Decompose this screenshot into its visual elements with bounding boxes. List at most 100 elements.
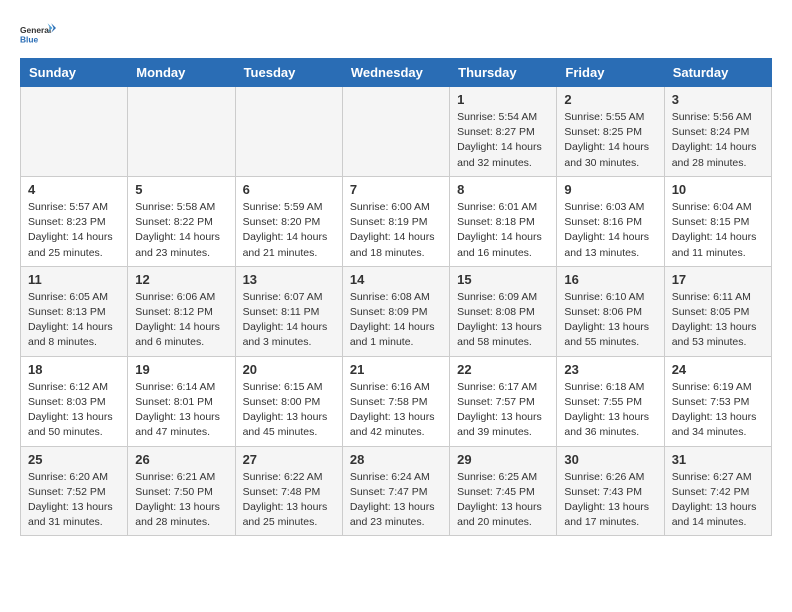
cell-info: Sunrise: 6:06 AM Sunset: 8:12 PM Dayligh… [135,290,227,351]
day-number: 8 [457,182,549,197]
calendar-cell: 15Sunrise: 6:09 AM Sunset: 8:08 PM Dayli… [450,266,557,356]
day-number: 20 [243,362,335,377]
cell-info: Sunrise: 6:20 AM Sunset: 7:52 PM Dayligh… [28,470,120,531]
day-number: 7 [350,182,442,197]
calendar-cell: 5 Sunrise: 5:58 AM Sunset: 8:22 PM Daylig… [128,176,235,266]
calendar-cell: 11 Sunrise: 6:05 AM Sunset: 8:13 PM Dayli… [21,266,128,356]
calendar-week-4: 18 Sunrise: 6:12 AM Sunset: 8:03 PM Dayli… [21,356,772,446]
calendar-cell: 26 Sunrise: 6:21 AM Sunset: 7:50 PM Dayli… [128,446,235,536]
cell-info: Sunrise: 6:07 AM Sunset: 8:11 PM Dayligh… [243,290,335,351]
calendar-cell: 20 Sunrise: 6:15 AM Sunset: 8:00 PM Dayli… [235,356,342,446]
day-number: 28 [350,452,442,467]
logo-icon: General Blue [20,20,56,48]
day-number: 16 [564,272,656,287]
day-number: 11 [28,272,120,287]
calendar-cell [21,87,128,177]
calendar-cell: 23 Sunrise: 6:18 AM Sunset: 7:55 PM Dayli… [557,356,664,446]
cell-info: Sunrise: 6:10 AM Sunset: 8:06 PM Dayligh… [564,290,656,351]
calendar-cell: 29Sunrise: 6:25 AM Sunset: 7:45 PM Dayli… [450,446,557,536]
calendar-cell: 1 Sunrise: 5:54 AM Sunset: 8:27 PM Daylig… [450,87,557,177]
day-number: 4 [28,182,120,197]
cell-info: Sunrise: 5:57 AM Sunset: 8:23 PM Dayligh… [28,200,120,261]
col-header-sunday: Sunday [21,59,128,87]
calendar-cell: 10Sunrise: 6:04 AM Sunset: 8:15 PM Dayli… [664,176,771,266]
svg-text:Blue: Blue [20,34,39,44]
calendar-cell: 12 Sunrise: 6:06 AM Sunset: 8:12 PM Dayli… [128,266,235,356]
calendar-cell: 28 Sunrise: 6:24 AM Sunset: 7:47 PM Dayli… [342,446,449,536]
calendar-cell: 21Sunrise: 6:16 AM Sunset: 7:58 PM Dayli… [342,356,449,446]
cell-info: Sunrise: 6:15 AM Sunset: 8:00 PM Dayligh… [243,380,335,441]
calendar-cell: 31 Sunrise: 6:27 AM Sunset: 7:42 PM Dayli… [664,446,771,536]
calendar-cell: 9Sunrise: 6:03 AM Sunset: 8:16 PM Daylig… [557,176,664,266]
cell-info: Sunrise: 5:55 AM Sunset: 8:25 PM Dayligh… [564,110,656,171]
day-number: 22 [457,362,549,377]
cell-info: Sunrise: 6:08 AM Sunset: 8:09 PM Dayligh… [350,290,442,351]
cell-info: Sunrise: 6:26 AM Sunset: 7:43 PM Dayligh… [564,470,656,531]
calendar-cell [235,87,342,177]
day-number: 25 [28,452,120,467]
col-header-tuesday: Tuesday [235,59,342,87]
day-number: 30 [564,452,656,467]
day-number: 15 [457,272,549,287]
cell-info: Sunrise: 6:18 AM Sunset: 7:55 PM Dayligh… [564,380,656,441]
day-number: 12 [135,272,227,287]
day-number: 5 [135,182,227,197]
day-number: 18 [28,362,120,377]
day-number: 24 [672,362,764,377]
calendar-week-1: 1 Sunrise: 5:54 AM Sunset: 8:27 PM Daylig… [21,87,772,177]
calendar-cell: 18 Sunrise: 6:12 AM Sunset: 8:03 PM Dayli… [21,356,128,446]
calendar-cell: 2 Sunrise: 5:55 AM Sunset: 8:25 PM Daylig… [557,87,664,177]
col-header-saturday: Saturday [664,59,771,87]
calendar-cell: 7 Sunrise: 6:00 AM Sunset: 8:19 PM Daylig… [342,176,449,266]
header-row: SundayMondayTuesdayWednesdayThursdayFrid… [21,59,772,87]
calendar-cell: 4 Sunrise: 5:57 AM Sunset: 8:23 PM Daylig… [21,176,128,266]
cell-info: Sunrise: 6:27 AM Sunset: 7:42 PM Dayligh… [672,470,764,531]
day-number: 6 [243,182,335,197]
cell-info: Sunrise: 5:59 AM Sunset: 8:20 PM Dayligh… [243,200,335,261]
day-number: 2 [564,92,656,107]
cell-info: Sunrise: 6:24 AM Sunset: 7:47 PM Dayligh… [350,470,442,531]
calendar-week-2: 4 Sunrise: 5:57 AM Sunset: 8:23 PM Daylig… [21,176,772,266]
day-number: 23 [564,362,656,377]
cell-info: Sunrise: 6:11 AM Sunset: 8:05 PM Dayligh… [672,290,764,351]
calendar-cell: 14Sunrise: 6:08 AM Sunset: 8:09 PM Dayli… [342,266,449,356]
col-header-thursday: Thursday [450,59,557,87]
cell-info: Sunrise: 6:12 AM Sunset: 8:03 PM Dayligh… [28,380,120,441]
day-number: 9 [564,182,656,197]
cell-info: Sunrise: 5:54 AM Sunset: 8:27 PM Dayligh… [457,110,549,171]
calendar-cell: 27Sunrise: 6:22 AM Sunset: 7:48 PM Dayli… [235,446,342,536]
cell-info: Sunrise: 6:01 AM Sunset: 8:18 PM Dayligh… [457,200,549,261]
cell-info: Sunrise: 6:25 AM Sunset: 7:45 PM Dayligh… [457,470,549,531]
calendar-cell [342,87,449,177]
cell-info: Sunrise: 6:04 AM Sunset: 8:15 PM Dayligh… [672,200,764,261]
cell-info: Sunrise: 6:00 AM Sunset: 8:19 PM Dayligh… [350,200,442,261]
svg-text:General: General [20,25,51,35]
cell-info: Sunrise: 6:21 AM Sunset: 7:50 PM Dayligh… [135,470,227,531]
calendar-cell: 3 Sunrise: 5:56 AM Sunset: 8:24 PM Daylig… [664,87,771,177]
calendar-week-5: 25 Sunrise: 6:20 AM Sunset: 7:52 PM Dayli… [21,446,772,536]
day-number: 13 [243,272,335,287]
day-number: 31 [672,452,764,467]
cell-info: Sunrise: 6:17 AM Sunset: 7:57 PM Dayligh… [457,380,549,441]
calendar-cell: 8 Sunrise: 6:01 AM Sunset: 8:18 PM Daylig… [450,176,557,266]
logo: General Blue [20,20,56,48]
col-header-wednesday: Wednesday [342,59,449,87]
cell-info: Sunrise: 5:56 AM Sunset: 8:24 PM Dayligh… [672,110,764,171]
calendar-cell: 6 Sunrise: 5:59 AM Sunset: 8:20 PM Daylig… [235,176,342,266]
page-header: General Blue [20,20,772,48]
col-header-monday: Monday [128,59,235,87]
day-number: 3 [672,92,764,107]
cell-info: Sunrise: 6:14 AM Sunset: 8:01 PM Dayligh… [135,380,227,441]
cell-info: Sunrise: 6:05 AM Sunset: 8:13 PM Dayligh… [28,290,120,351]
calendar-cell: 22 Sunrise: 6:17 AM Sunset: 7:57 PM Dayli… [450,356,557,446]
cell-info: Sunrise: 6:19 AM Sunset: 7:53 PM Dayligh… [672,380,764,441]
day-number: 27 [243,452,335,467]
calendar-table: SundayMondayTuesdayWednesdayThursdayFrid… [20,58,772,536]
calendar-cell: 13 Sunrise: 6:07 AM Sunset: 8:11 PM Dayli… [235,266,342,356]
cell-info: Sunrise: 5:58 AM Sunset: 8:22 PM Dayligh… [135,200,227,261]
calendar-cell: 16 Sunrise: 6:10 AM Sunset: 8:06 PM Dayli… [557,266,664,356]
day-number: 17 [672,272,764,287]
calendar-week-3: 11 Sunrise: 6:05 AM Sunset: 8:13 PM Dayli… [21,266,772,356]
day-number: 1 [457,92,549,107]
day-number: 26 [135,452,227,467]
